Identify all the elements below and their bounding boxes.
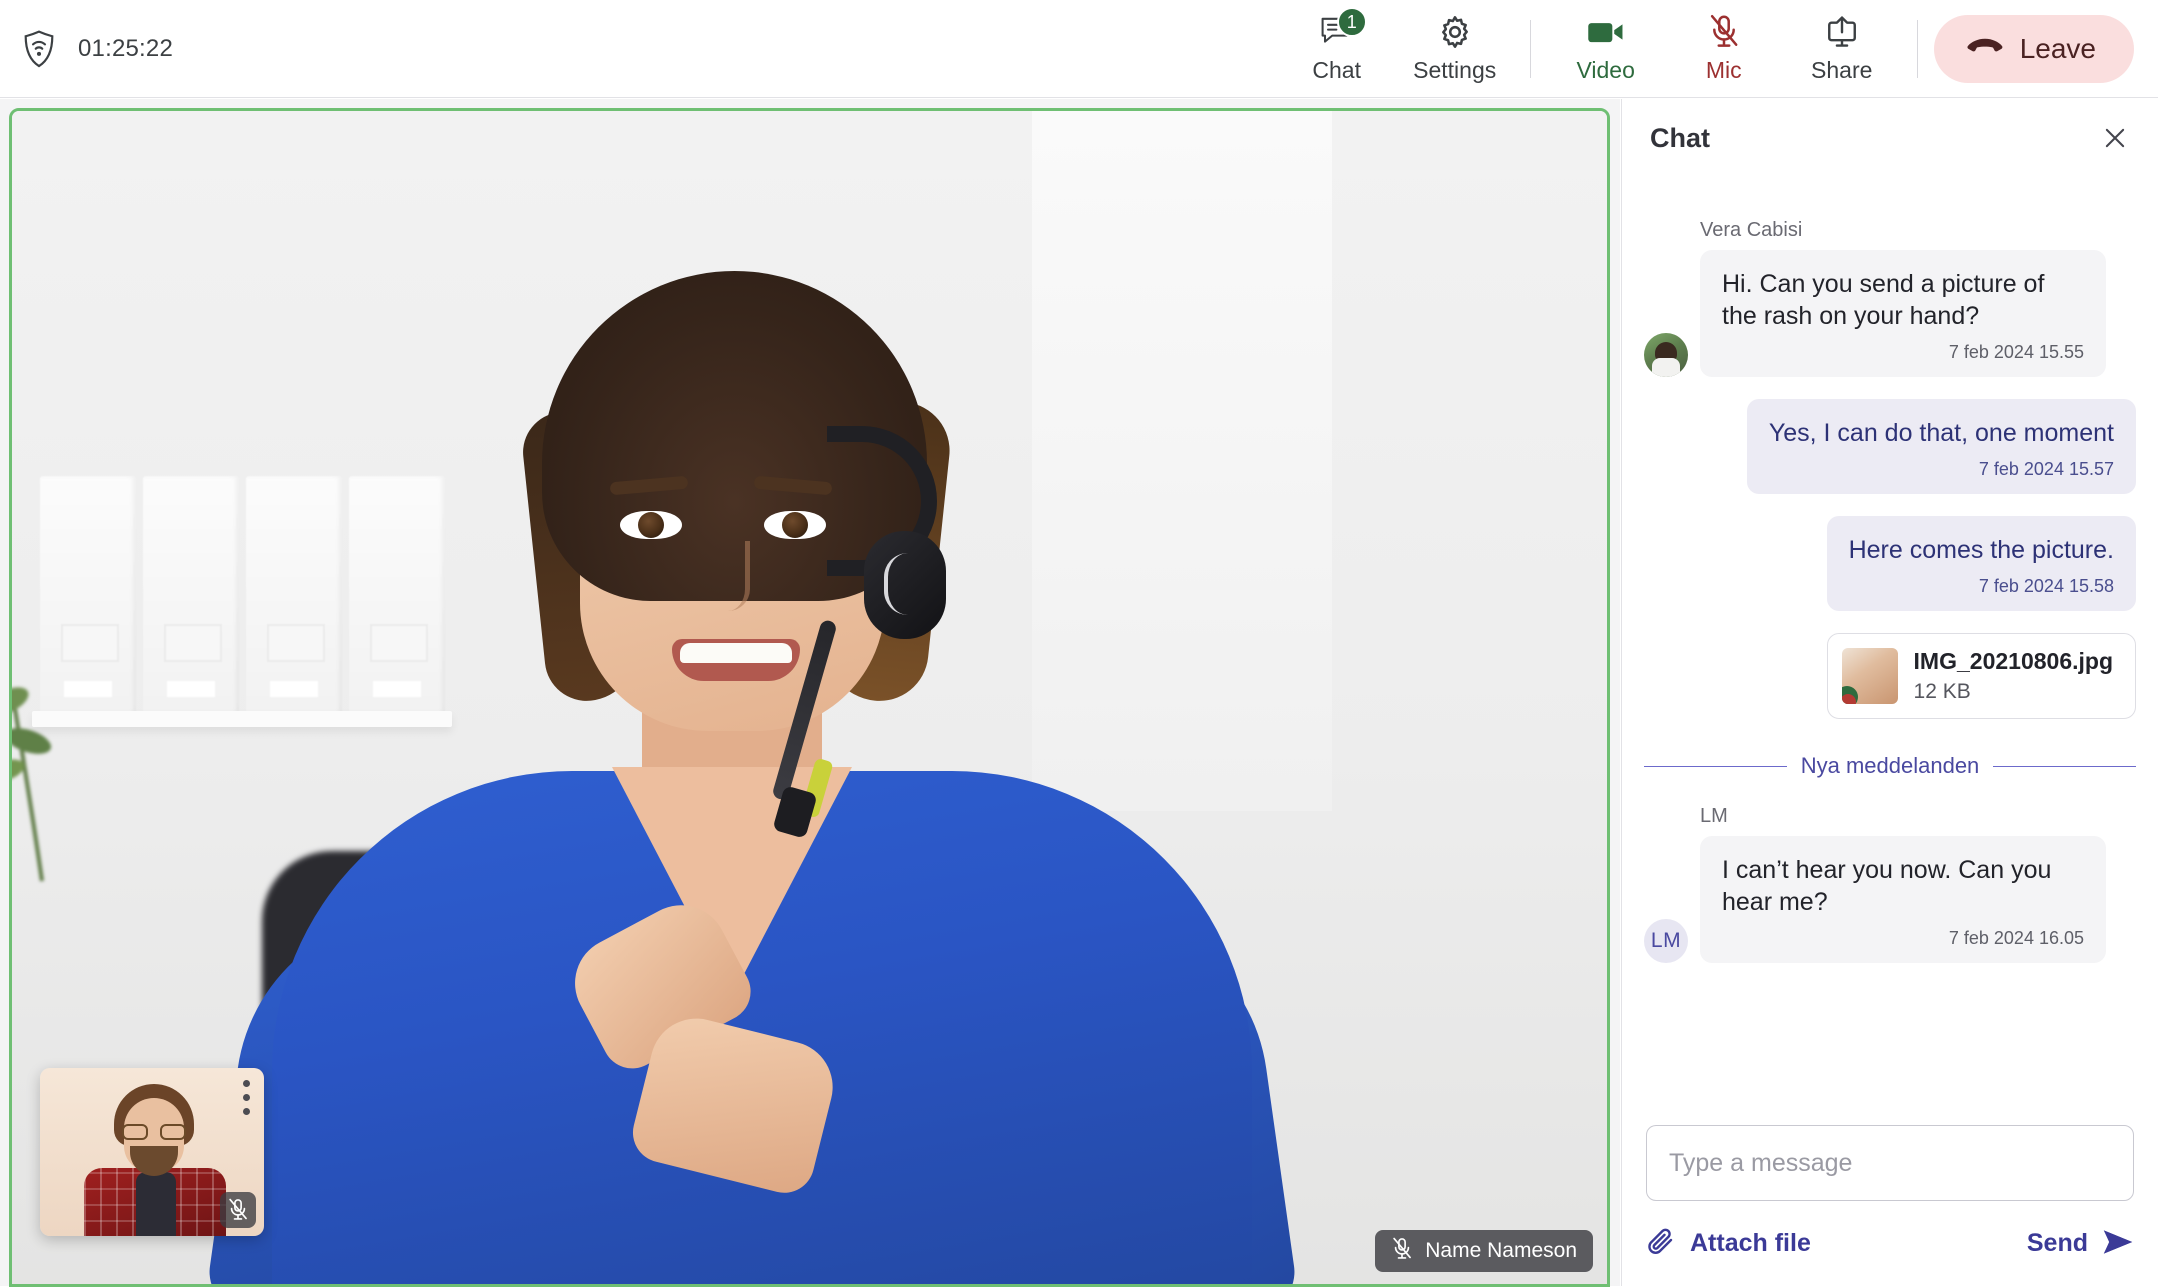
leave-button[interactable]: Leave: [1933, 14, 2134, 83]
leave-button-label: Leave: [2019, 32, 2096, 64]
attachment-card[interactable]: IMG_20210806.jpg 12 KB: [1826, 633, 2136, 719]
call-timer: 01:25:22: [78, 34, 174, 62]
chat-header: Chat: [1622, 99, 2158, 177]
new-messages-divider: Nya meddelanden: [1644, 753, 2137, 779]
avatar: [1644, 333, 1688, 377]
attachment-thumbnail: [1841, 648, 1898, 704]
toolbar-label-mic: Mic: [1705, 57, 1742, 83]
call-status-group: 01:25:22: [0, 29, 174, 68]
toolbar-label-chat: Chat: [1312, 57, 1361, 83]
video-camera-icon: [1587, 13, 1625, 51]
participant-name-badge: Name Nameson: [1375, 1230, 1593, 1272]
new-messages-label: Nya meddelanden: [1800, 753, 1980, 778]
message-sender-name: LM: [1700, 805, 1728, 827]
gear-icon: [1437, 13, 1473, 51]
message-input[interactable]: [1646, 1125, 2134, 1201]
message-text: Here comes the picture.: [1848, 536, 2114, 564]
microphone-muted-icon: [1707, 13, 1741, 51]
message-text: Hi. Can you send a picture of the rash o…: [1722, 270, 2045, 330]
screen-share-icon: [1825, 13, 1859, 51]
shield-signal-icon: [22, 29, 56, 68]
chat-panel: Chat Vera Cabisi Hi. Can you send a pict…: [1621, 99, 2158, 1286]
message-timestamp: 7 feb 2024 16.05: [1948, 928, 2084, 948]
chat-message-list[interactable]: Vera Cabisi Hi. Can you send a picture o…: [1622, 177, 2158, 1103]
message-bubble: I can’t hear you now. Can you hear me? 7…: [1700, 836, 2106, 963]
message-sender-name: Vera Cabisi: [1700, 219, 1803, 241]
chat-panel-title: Chat: [1650, 122, 1710, 153]
message-bubble: Hi. Can you send a picture of the rash o…: [1700, 250, 2106, 377]
top-toolbar: 01:25:22 1 Chat Settings Video Mic Share…: [0, 0, 2158, 98]
participant-name-label: Name Nameson: [1425, 1239, 1577, 1262]
attachment-filename: IMG_20210806.jpg: [1913, 648, 2113, 674]
toolbar-button-video[interactable]: Video: [1547, 7, 1665, 91]
toolbar-button-mic[interactable]: Mic: [1665, 7, 1783, 91]
toolbar-divider-1: [1529, 19, 1531, 78]
avatar: LM: [1644, 919, 1688, 963]
close-icon[interactable]: [2094, 117, 2136, 159]
self-view-mic-muted-icon: [220, 1192, 256, 1228]
send-plane-icon: [2102, 1229, 2134, 1258]
paperclip-icon: [1646, 1227, 1676, 1260]
message-bubble: Yes, I can do that, one moment 7 feb 202…: [1746, 399, 2136, 494]
attach-file-label: Attach file: [1690, 1229, 1811, 1257]
message-group-incoming: Vera Cabisi Hi. Can you send a picture o…: [1644, 219, 2136, 399]
toolbar-divider-2: [1916, 19, 1918, 78]
message-group-incoming-new: LM LM I can’t hear you now. Can you hear…: [1644, 805, 2136, 985]
avatar-initials: LM: [1650, 929, 1682, 952]
toolbar-label-share: Share: [1811, 57, 1873, 83]
attach-file-button[interactable]: Attach file: [1646, 1227, 1811, 1260]
toolbar-button-settings[interactable]: Settings: [1396, 7, 1514, 91]
message-text: Yes, I can do that, one moment: [1768, 419, 2114, 447]
toolbar-label-video: Video: [1576, 57, 1635, 83]
toolbar-actions: 1 Chat Settings Video Mic Share Leave: [1278, 7, 2158, 91]
message-text: I can’t hear you now. Can you hear me?: [1722, 856, 2052, 916]
attachment-filesize: 12 KB: [1913, 680, 1971, 703]
divider-line-left: [1644, 765, 1787, 767]
chat-message: Yes, I can do that, one moment 7 feb 202…: [1644, 399, 2136, 494]
chat-message: Here comes the picture. 7 feb 2024 15.58: [1644, 516, 2136, 611]
chat-bubble-icon: 1: [1319, 7, 1367, 51]
send-button[interactable]: Send: [2027, 1229, 2134, 1258]
toolbar-label-settings: Settings: [1413, 57, 1497, 83]
divider-line-right: [1993, 765, 2137, 767]
chat-message: Hi. Can you send a picture of the rash o…: [1644, 250, 2136, 377]
more-vertical-icon[interactable]: [243, 1080, 250, 1115]
main-video-tile[interactable]: Name Nameson: [9, 108, 1610, 1287]
message-timestamp: 7 feb 2024 15.57: [1978, 459, 2114, 479]
message-timestamp: 7 feb 2024 15.55: [1948, 342, 2084, 362]
chat-composer: Attach file Send: [1622, 1103, 2158, 1286]
toolbar-button-chat[interactable]: 1 Chat: [1278, 7, 1396, 91]
self-view-tile[interactable]: [40, 1068, 264, 1236]
message-timestamp: 7 feb 2024 15.58: [1978, 576, 2114, 596]
toolbar-button-share[interactable]: Share: [1783, 7, 1901, 91]
chat-message: LM I can’t hear you now. Can you hear me…: [1644, 836, 2136, 963]
phone-hangup-icon: [1966, 37, 2004, 60]
chat-unread-badge: 1: [1336, 7, 1367, 37]
message-bubble: Here comes the picture. 7 feb 2024 15.58: [1826, 516, 2136, 611]
send-button-label: Send: [2026, 1229, 2088, 1257]
participant-mic-muted-icon: [1391, 1237, 1413, 1266]
composer-actions: Attach file Send: [1646, 1227, 2134, 1260]
video-stage: Name Nameson: [0, 99, 1620, 1287]
